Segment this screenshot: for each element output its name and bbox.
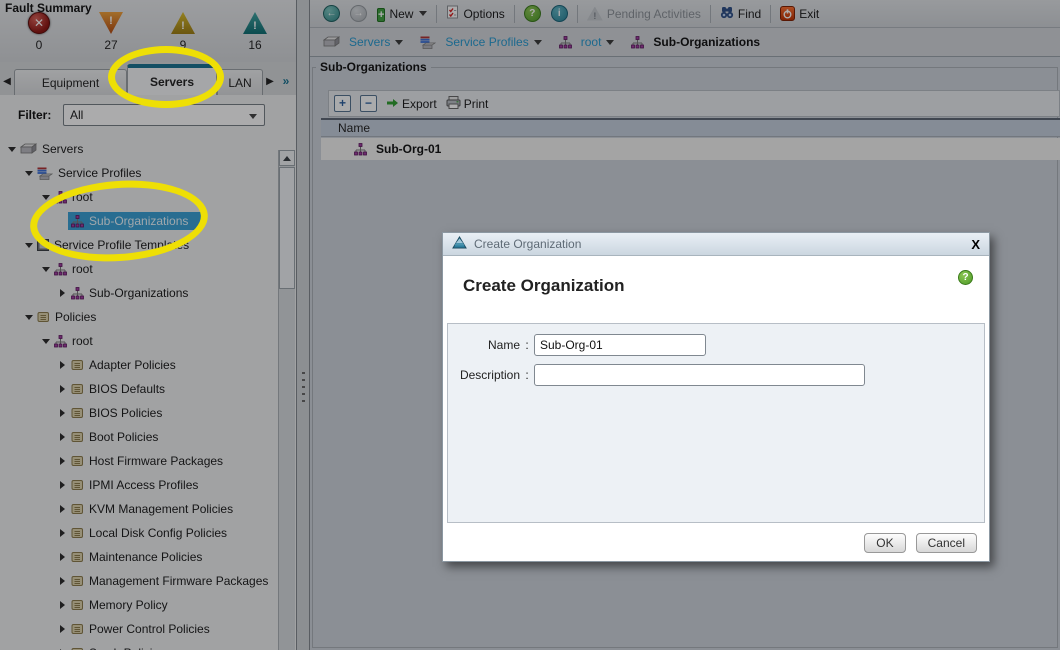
dialog-form-panel: Name:Description: xyxy=(447,323,985,523)
dialog-footer: OK Cancel xyxy=(443,525,989,561)
dialog-body: Create Organization ? Name:Description: xyxy=(443,256,989,525)
ucs-manager-window: Fault Summary ✕ 0! 27! 9! 16 ◀ Equipment Serv… xyxy=(0,0,1060,650)
name-field[interactable] xyxy=(534,333,706,356)
ok-button[interactable]: OK xyxy=(864,533,906,553)
dialog-triangle-icon xyxy=(452,236,467,252)
dialog-heading: Create Organization xyxy=(463,276,625,295)
help-icon[interactable]: ? xyxy=(958,270,973,285)
close-icon[interactable]: X xyxy=(971,237,980,252)
description-field[interactable] xyxy=(534,363,865,386)
field-row-description: Description: xyxy=(448,363,984,386)
cancel-button[interactable]: Cancel xyxy=(915,533,977,553)
field-separator: : xyxy=(525,367,529,382)
field-separator: : xyxy=(525,337,529,352)
field-label-name: Name xyxy=(487,337,520,352)
dialog-title: Create Organization xyxy=(474,237,582,251)
field-row-name: Name: xyxy=(448,333,984,356)
dialog-titlebar: Create Organization X xyxy=(443,233,989,256)
field-label-description: Description xyxy=(459,367,520,382)
create-organization-dialog: Create Organization X Create Organizatio… xyxy=(442,232,990,562)
